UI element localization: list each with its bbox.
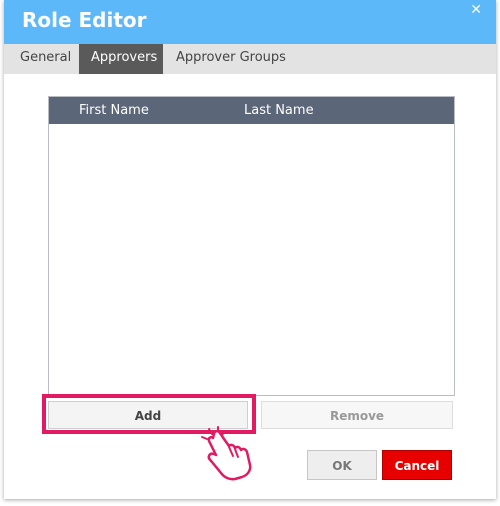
tab-bar: General Approvers Approver Groups — [4, 44, 496, 74]
remove-button[interactable]: Remove — [261, 401, 453, 429]
column-last-name[interactable]: Last Name — [244, 103, 314, 118]
tab-approver-groups[interactable]: Approver Groups — [164, 44, 298, 74]
role-editor-dialog: Role Editor ✕ General Approvers Approver… — [4, 0, 496, 499]
dialog-titlebar: Role Editor ✕ — [4, 0, 496, 44]
approvers-grid: First Name Last Name — [48, 96, 455, 396]
column-first-name[interactable]: First Name — [79, 103, 149, 118]
grid-header: First Name Last Name — [49, 97, 454, 124]
tab-approvers[interactable]: Approvers — [79, 44, 163, 74]
dialog-title: Role Editor — [22, 8, 147, 32]
hand-pointer-icon — [201, 426, 252, 481]
cancel-button[interactable]: Cancel — [382, 450, 452, 480]
close-icon[interactable]: ✕ — [470, 3, 482, 17]
ok-button[interactable]: OK — [307, 450, 377, 480]
tab-general[interactable]: General — [8, 44, 83, 74]
